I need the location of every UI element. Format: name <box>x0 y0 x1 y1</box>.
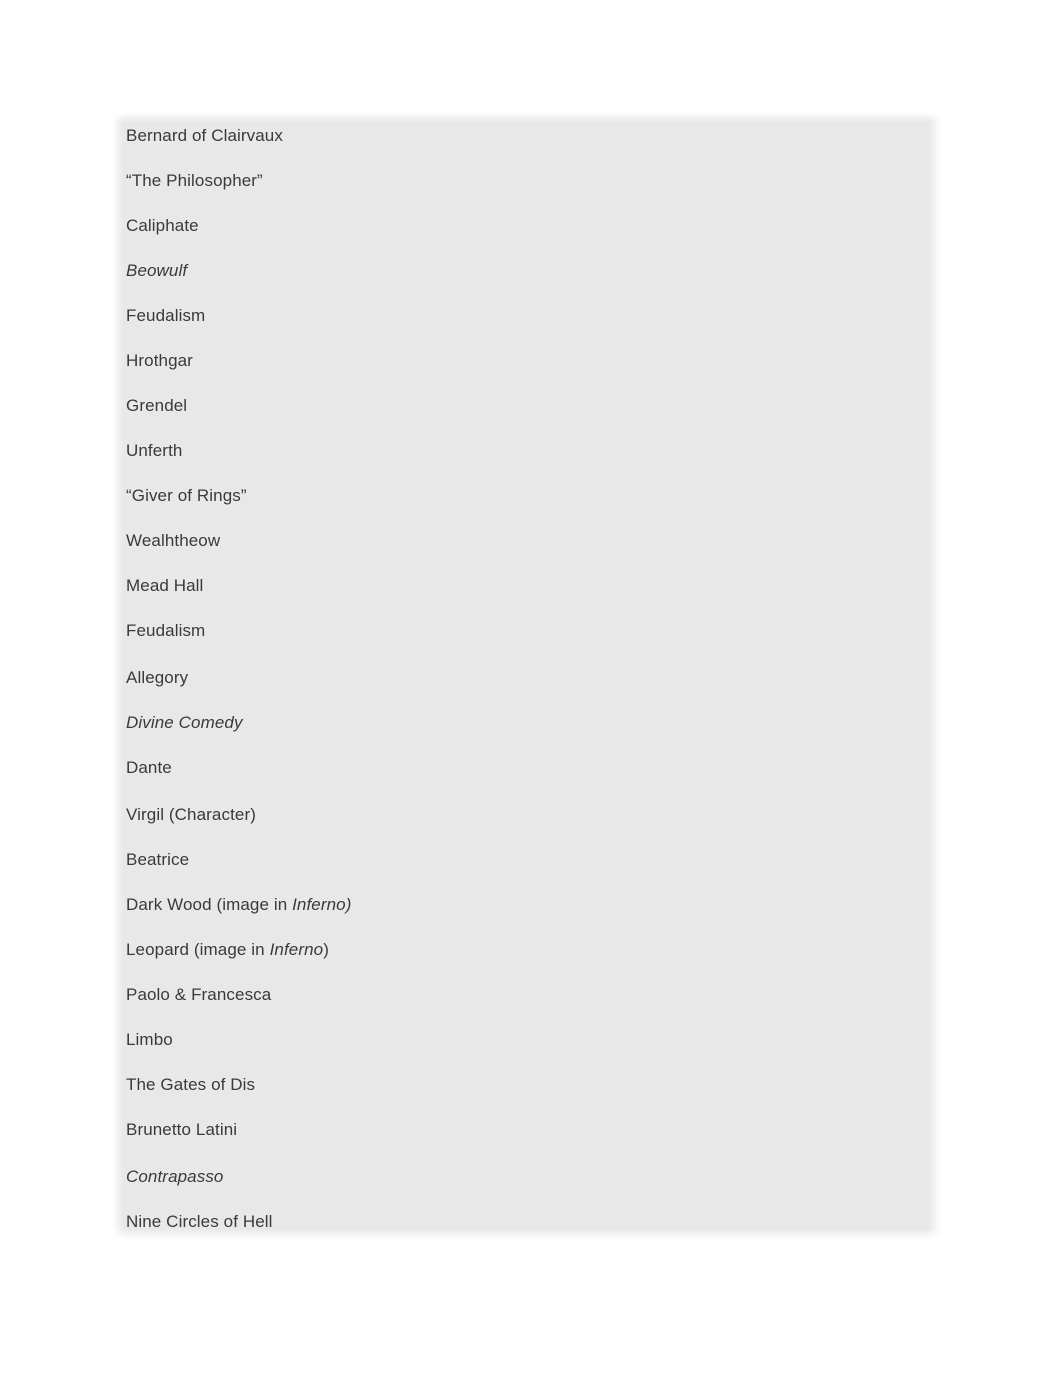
text-run: Dark Wood (image in <box>126 895 293 914</box>
document-line: Dante <box>126 758 172 777</box>
document-line: Mead Hall <box>126 576 204 595</box>
document-line: Limbo <box>126 1030 173 1049</box>
document-line: “The Philosopher” <box>126 171 263 190</box>
document-line: Feudalism <box>126 306 206 325</box>
document-line: Unferth <box>126 441 183 460</box>
document-line: Paolo & Francesca <box>126 985 272 1004</box>
document-line: Virgil (Character) <box>126 805 256 824</box>
text-run: ) <box>323 940 329 959</box>
document-line: Feudalism <box>126 621 206 640</box>
document-page: Bernard of Clairvaux “The Philosopher” Cal… <box>112 112 942 1240</box>
document-line: Wealhtheow <box>126 531 221 550</box>
document-line: Grendel <box>126 396 188 415</box>
document-line: The Gates of Dis <box>126 1075 256 1094</box>
document-line: Bernard of Clairvaux <box>126 126 283 145</box>
document-line: Leopard (image in Inferno) <box>126 932 942 977</box>
document-line: Hrothgar <box>126 351 193 370</box>
document-line: Contrapasso <box>126 1167 224 1186</box>
document-line: Divine Comedy <box>126 713 243 732</box>
document-line: Allegory <box>126 668 189 687</box>
document-line: Beowulf <box>126 261 188 280</box>
document-line: Dark Wood (image in Inferno) <box>126 887 942 932</box>
document-line: Beatrice <box>126 850 190 869</box>
document-text-body: Bernard of Clairvaux “The Philosopher” Cal… <box>126 118 942 1249</box>
document-line: Nine Circles of Hell <box>126 1212 273 1231</box>
document-line: Brunetto Latini <box>126 1120 238 1139</box>
document-line: Caliphate <box>126 216 199 235</box>
document-line: “Giver of Rings” <box>126 486 247 505</box>
text-run: Leopard (image in <box>126 940 270 959</box>
italic-text-run: Inferno) <box>292 895 352 914</box>
italic-text-run: Inferno <box>269 940 324 959</box>
